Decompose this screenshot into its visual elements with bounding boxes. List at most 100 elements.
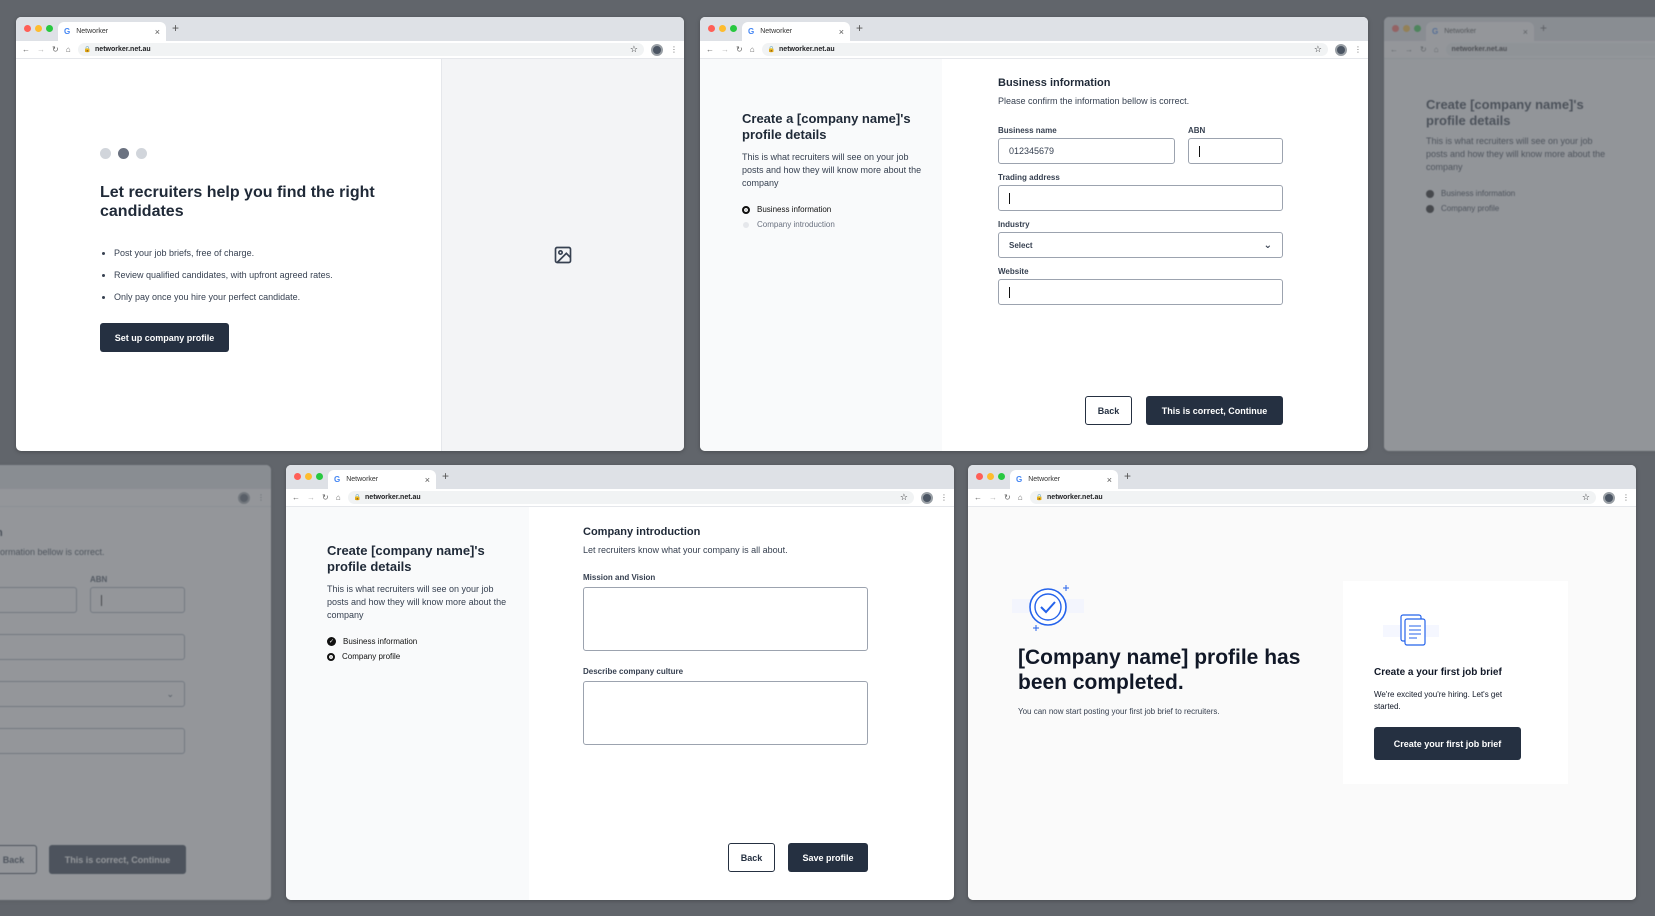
chevron-down-icon: ⌄ <box>166 688 174 699</box>
create-job-brief-button[interactable]: Create your first job brief <box>1374 727 1521 760</box>
address-bar-row: ← → ↻ ⌂ 🔒 networker.net.au ☆ ⋮ <box>700 41 1368 59</box>
close-tab-icon[interactable]: × <box>1107 475 1112 485</box>
carousel-dot-active[interactable] <box>118 148 129 159</box>
industry-label: Industry <box>998 220 1030 229</box>
url-input[interactable]: 🔒 networker.net.au ☆ <box>1029 491 1596 504</box>
reload-icon[interactable]: ↻ <box>52 45 59 54</box>
browser-tab[interactable]: G Networker × <box>742 22 850 41</box>
browser-tab[interactable]: G Networker × <box>1010 470 1118 489</box>
forward-arrow-icon[interactable]: → <box>989 493 997 502</box>
browser-tab-bar: G Networker × + <box>286 465 954 489</box>
sidebar-title: Create [company name]'s profile details <box>327 543 485 574</box>
text-caret <box>1009 286 1010 298</box>
bookmark-star-icon[interactable]: ☆ <box>1582 492 1590 503</box>
browser-tab[interactable]: G Networker × <box>58 22 166 41</box>
browser-menu-icon[interactable]: ⋮ <box>940 493 948 502</box>
lock-icon: 🔒 <box>353 495 362 501</box>
form-title: n <box>0 527 3 539</box>
home-icon[interactable]: ⌂ <box>750 45 755 54</box>
save-profile-button[interactable]: Save profile <box>788 843 868 872</box>
browser-menu-icon[interactable]: ⋮ <box>670 45 678 54</box>
company-culture-textarea[interactable] <box>583 681 868 745</box>
window-controls[interactable] <box>708 25 737 32</box>
step-active-indicator <box>742 205 750 214</box>
step-company-introduction[interactable]: Company introduction <box>742 220 835 229</box>
mission-vision-textarea[interactable] <box>583 587 868 651</box>
close-tab-icon[interactable]: × <box>425 475 430 485</box>
bookmark-star-icon[interactable]: ☆ <box>630 44 638 55</box>
home-icon[interactable]: ⌂ <box>1018 493 1023 502</box>
website-input[interactable] <box>998 279 1283 305</box>
step-business-information: Business information <box>1426 189 1515 198</box>
step-active-indicator <box>327 652 335 661</box>
text-caret <box>1199 145 1200 157</box>
bookmark-star-icon[interactable]: ☆ <box>900 492 908 503</box>
back-arrow-icon[interactable]: ← <box>706 45 714 54</box>
new-tab-icon[interactable]: + <box>172 21 179 35</box>
window-controls[interactable] <box>24 25 53 32</box>
new-tab-icon[interactable]: + <box>856 21 863 35</box>
window-controls[interactable] <box>294 473 323 480</box>
reload-icon[interactable]: ↻ <box>736 45 743 54</box>
browser-menu-icon[interactable]: ⋮ <box>1354 45 1362 54</box>
page-content: Create a [company name]'s profile detail… <box>700 59 1368 451</box>
text-caret <box>1009 192 1010 204</box>
profile-avatar[interactable] <box>921 491 933 504</box>
trading-address-label: Trading address <box>998 173 1060 182</box>
chevron-down-icon: ⌄ <box>1263 239 1272 251</box>
step-business-information[interactable]: Business information <box>742 205 831 214</box>
carousel-dot[interactable] <box>100 148 111 159</box>
step-company-profile[interactable]: Company profile <box>327 652 400 661</box>
url-input[interactable]: 🔒 networker.net.au ☆ <box>77 43 644 56</box>
browser-tab[interactable]: G Networker × <box>328 470 436 489</box>
back-button[interactable]: Back <box>728 843 775 872</box>
step-business-information[interactable]: ✓ Business information <box>327 637 417 646</box>
card-title: Create a your first job brief <box>1374 667 1502 678</box>
close-tab-icon[interactable]: × <box>155 27 160 37</box>
url-input[interactable]: 🔒 networker.net.au ☆ <box>761 43 1328 56</box>
browser-tab-bar: G Networker × + <box>700 17 1368 41</box>
address-bar-row: ← → ↻ ⌂ 🔒 networker.net.au ☆ ⋮ <box>286 489 954 507</box>
window-controls[interactable] <box>976 473 1005 480</box>
lock-icon: 🔒 <box>1035 495 1044 501</box>
continue-button[interactable]: This is correct, Continue <box>1146 396 1283 425</box>
browser-tab: G Networker × <box>1426 22 1534 41</box>
close-tab-icon[interactable]: × <box>839 27 844 37</box>
form-title: Business information <box>998 77 1111 89</box>
abn-input[interactable] <box>1188 138 1283 164</box>
back-arrow-icon: ← <box>1390 45 1398 54</box>
industry-select[interactable]: Select ⌄ <box>998 232 1283 258</box>
browser-menu-icon[interactable]: ⋮ <box>1622 493 1630 502</box>
carousel-dot[interactable] <box>136 148 147 159</box>
browser-menu-icon: ⋮ <box>257 493 265 502</box>
bookmark-star-icon[interactable]: ☆ <box>1314 44 1322 55</box>
document-icon <box>1383 614 1439 646</box>
back-arrow-icon[interactable]: ← <box>974 493 982 502</box>
url-input[interactable]: 🔒 networker.net.au ☆ <box>347 491 914 504</box>
new-tab-icon[interactable]: + <box>442 469 449 483</box>
new-tab-icon[interactable]: + <box>1124 469 1131 483</box>
business-name-input <box>0 587 77 613</box>
address-bar-row: ← → ↻ ⌂ 🔒 networker.net.au ☆ ⋮ <box>968 489 1636 507</box>
reload-icon[interactable]: ↻ <box>1004 493 1011 502</box>
back-arrow-icon[interactable]: ← <box>22 45 30 54</box>
browser-window-faded-left: ⋮ n ormation bellow is correct. ABN ⌄ Ba… <box>0 465 271 900</box>
home-icon[interactable]: ⌂ <box>336 493 341 502</box>
trading-address-input[interactable] <box>998 185 1283 211</box>
profile-avatar[interactable] <box>1335 43 1347 56</box>
business-name-input[interactable]: 012345679 <box>998 138 1175 164</box>
address-bar-row: ⋮ <box>0 489 271 507</box>
home-icon[interactable]: ⌂ <box>66 45 71 54</box>
forward-arrow-icon[interactable]: → <box>37 45 45 54</box>
reload-icon[interactable]: ↻ <box>322 493 329 502</box>
profile-avatar[interactable] <box>651 43 663 56</box>
continue-button: This is correct, Continue <box>49 845 186 874</box>
form-subtitle: Let recruiters know what your company is… <box>583 545 788 555</box>
forward-arrow-icon[interactable]: → <box>307 493 315 502</box>
benefits-list: Post your job briefs, free of charge. Re… <box>114 242 333 308</box>
back-button[interactable]: Back <box>1085 396 1132 425</box>
profile-avatar[interactable] <box>1603 491 1615 504</box>
forward-arrow-icon[interactable]: → <box>721 45 729 54</box>
setup-company-profile-button[interactable]: Set up company profile <box>100 323 229 352</box>
back-arrow-icon[interactable]: ← <box>292 493 300 502</box>
